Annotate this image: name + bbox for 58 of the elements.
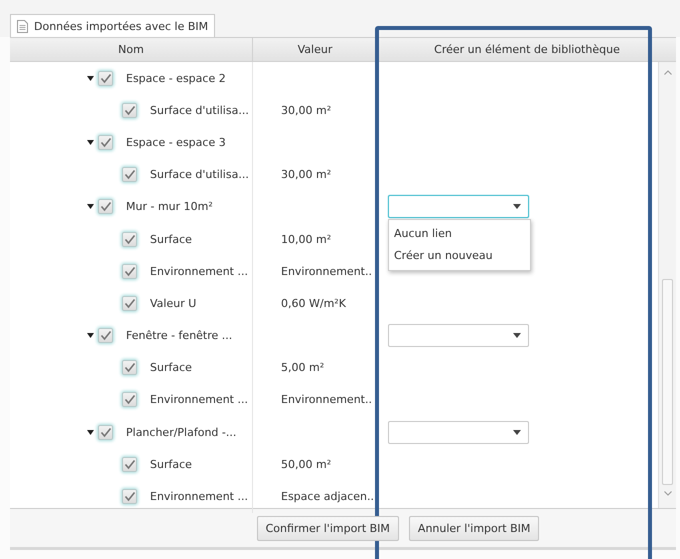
checkbox[interactable] (122, 392, 137, 408)
checkbox[interactable] (98, 328, 113, 344)
checkbox[interactable] (98, 424, 113, 440)
item-name: Surface d'utilisa... (150, 104, 249, 117)
column-header[interactable]: Créer un élément de bibliothèque (378, 38, 676, 61)
column-header[interactable]: Valeur (253, 38, 378, 61)
scrollbar-thumb[interactable] (662, 279, 673, 485)
item-value: 5,00 m² (281, 361, 324, 374)
expanded-arrow-icon[interactable] (87, 204, 94, 210)
item-name: Environnement ... (150, 490, 248, 504)
item-value: Environnement.. (281, 264, 372, 278)
item-name: Environnement ... (150, 393, 248, 406)
tab[interactable]: Données importées avec le BIM (10, 14, 216, 37)
checkbox[interactable] (98, 70, 113, 86)
item-name: Mur - mur 10m² (126, 200, 213, 214)
expanded-arrow-icon[interactable] (87, 76, 94, 81)
expanded-arrow-icon[interactable] (87, 140, 94, 145)
caret-icon (513, 204, 521, 210)
checkbox[interactable] (122, 264, 137, 279)
item-name: Surface (150, 458, 192, 471)
cancel-button[interactable]: Annuler l'import BIM (408, 516, 540, 540)
checkbox[interactable] (122, 232, 137, 247)
checkbox[interactable] (122, 296, 137, 311)
item-name: Surface (150, 232, 192, 246)
document-icon (17, 20, 28, 32)
item-name: Espace - espace 2 (126, 72, 226, 85)
checkbox[interactable] (122, 102, 137, 118)
confirm-button[interactable]: Confirmer l'import BIM (256, 516, 399, 540)
item-name: Surface d'utilisa... (150, 168, 249, 182)
item-value: 30,00 m² (281, 104, 332, 117)
item-value: 50,00 m² (281, 458, 332, 471)
item-name: Espace - espace 3 (126, 136, 226, 149)
item-value: Espace adjacen.. (281, 490, 374, 504)
scroll-up-icon[interactable] (664, 70, 672, 75)
menu-item[interactable]: Aucun lien (389, 223, 530, 246)
item-name: Surface (150, 361, 192, 374)
item-value: 0,60 W/m²K (281, 296, 346, 310)
item-value: 30,00 m² (281, 168, 332, 182)
caret-icon (513, 430, 521, 435)
checkbox[interactable] (98, 134, 113, 150)
expanded-arrow-icon[interactable] (87, 430, 94, 435)
item-name: Fenêtre - fenêtre ... (126, 329, 232, 342)
column-header[interactable]: Nom (10, 38, 253, 61)
scrollbar[interactable] (658, 62, 676, 508)
checkbox[interactable] (122, 489, 137, 504)
item-name: Plancher/Plafond -... (126, 426, 236, 439)
scroll-down-icon[interactable] (664, 491, 672, 496)
expanded-arrow-icon[interactable] (87, 333, 94, 338)
menu-item[interactable]: Créer un nouveau (389, 245, 530, 268)
checkbox[interactable] (98, 199, 113, 214)
item-name: Valeur U (150, 296, 196, 310)
item-value: 10,00 m² (281, 232, 332, 246)
checkbox[interactable] (122, 360, 137, 376)
item-name: Environnement ... (150, 264, 248, 278)
item-value: Environnement.. (281, 393, 372, 406)
checkbox[interactable] (122, 167, 137, 182)
checkbox[interactable] (122, 456, 137, 472)
caret-icon (513, 333, 521, 338)
